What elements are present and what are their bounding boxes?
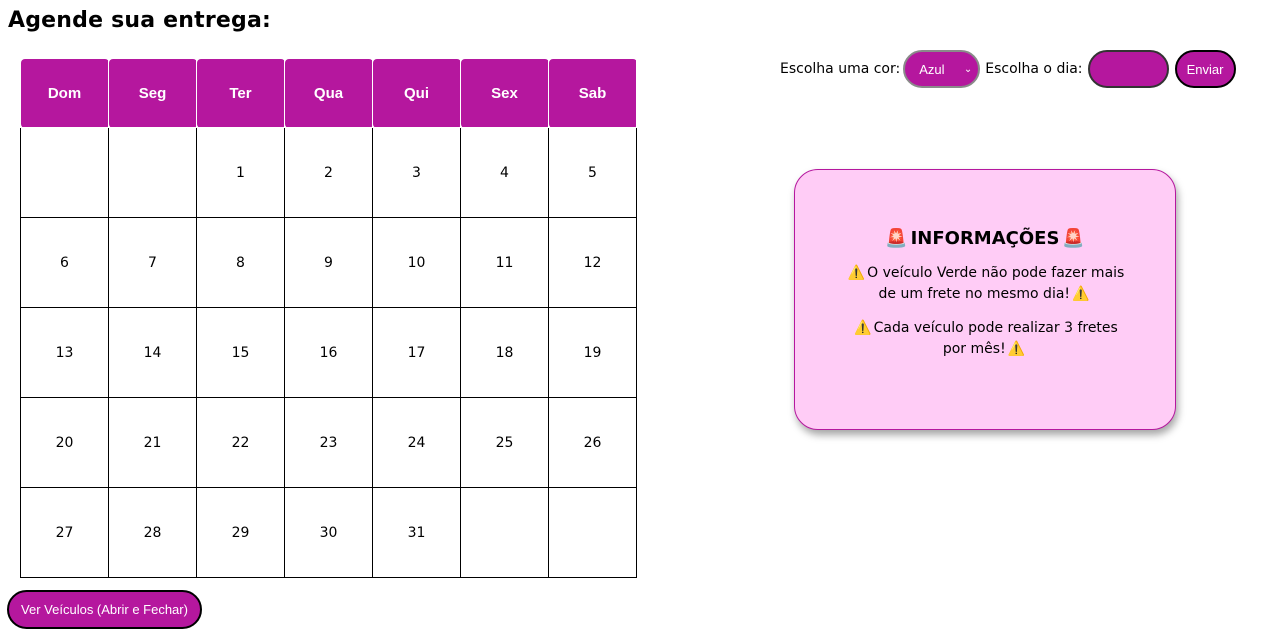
calendar-day-cell <box>460 487 549 578</box>
calendar-day-cell: 11 <box>460 217 549 308</box>
calendar-day-cell: 31 <box>372 487 461 578</box>
weekday-header: Dom <box>20 58 109 128</box>
calendar-week-row: 1 2 3 4 5 <box>20 127 637 218</box>
calendar-day-cell: 14 <box>108 307 197 398</box>
info-rule-2-text: Cada veículo pode realizar 3 fretes por … <box>873 320 1118 357</box>
calendar-day-cell: 23 <box>284 397 373 488</box>
weekday-header: Ter <box>196 58 285 128</box>
calendar-day-cell: 4 <box>460 127 549 218</box>
day-label: Escolha o dia: <box>985 61 1083 77</box>
calendar-day-cell: 16 <box>284 307 373 398</box>
calendar-day-cell: 17 <box>372 307 461 398</box>
weekday-header: Qua <box>284 58 373 128</box>
info-box: 🚨 INFORMAÇÕES 🚨 ⚠️ O veículo Verde não pode… <box>794 169 1176 430</box>
weekday-header: Sex <box>460 58 549 128</box>
day-input[interactable] <box>1087 50 1169 88</box>
calendar-day-cell: 18 <box>460 307 549 398</box>
calendar-day-cell: 30 <box>284 487 373 578</box>
calendar-day-cell: 26 <box>548 397 637 488</box>
warning-icon: ⚠️ <box>854 320 872 336</box>
calendar-day-cell: 12 <box>548 217 637 308</box>
calendar-day-cell: 1 <box>196 127 285 218</box>
calendar-day-cell: 9 <box>284 217 373 308</box>
info-title-text: INFORMAÇÕES <box>910 228 1060 249</box>
info-rule-1: ⚠️ O veículo Verde não pode fazer mais de… <box>843 263 1127 305</box>
toggle-vehicles-button[interactable]: Ver Veículos (Abrir e Fechar) <box>7 590 202 629</box>
calendar-day-cell: 10 <box>372 217 461 308</box>
send-button[interactable]: Enviar <box>1174 50 1236 88</box>
weekday-header: Seg <box>108 58 197 128</box>
calendar-week-row: 6 7 8 9 10 11 12 <box>20 217 637 308</box>
calendar-day-cell: 20 <box>20 397 109 488</box>
calendar-day-cell: 13 <box>20 307 109 398</box>
calendar-day-cell <box>108 127 197 218</box>
calendar-day-cell: 19 <box>548 307 637 398</box>
calendar-day-cell <box>548 487 637 578</box>
info-title: 🚨 INFORMAÇÕES 🚨 <box>843 228 1127 249</box>
calendar-day-cell: 15 <box>196 307 285 398</box>
siren-icon: 🚨 <box>1062 228 1085 249</box>
calendar-day-cell: 2 <box>284 127 373 218</box>
calendar: Dom Seg Ter Qua Qui Sex Sab 1 2 3 4 5 6 … <box>20 58 637 578</box>
warning-icon: ⚠️ <box>847 265 866 281</box>
warning-icon: ⚠️ <box>1072 286 1090 302</box>
calendar-day-cell <box>20 127 109 218</box>
color-select-value: Azul <box>919 61 945 77</box>
calendar-week-row: 27 28 29 30 31 <box>20 487 637 578</box>
calendar-day-cell: 25 <box>460 397 549 488</box>
chevron-down-icon: ⌄ <box>963 63 973 75</box>
calendar-week-row: 20 21 22 23 24 25 26 <box>20 397 637 488</box>
calendar-day-cell: 3 <box>372 127 461 218</box>
page-title: Agende sua entrega: <box>8 8 272 33</box>
calendar-day-cell: 22 <box>196 397 285 488</box>
calendar-day-cell: 7 <box>108 217 197 308</box>
info-rule-2: ⚠️ Cada veículo pode realizar 3 fretes po… <box>843 318 1127 360</box>
weekday-header: Sab <box>548 58 637 128</box>
calendar-day-cell: 29 <box>196 487 285 578</box>
calendar-week-row: 13 14 15 16 17 18 19 <box>20 307 637 398</box>
calendar-day-cell: 28 <box>108 487 197 578</box>
color-label: Escolha uma cor: <box>780 61 901 77</box>
calendar-day-cell: 5 <box>548 127 637 218</box>
siren-icon: 🚨 <box>885 228 908 249</box>
calendar-day-cell: 8 <box>196 217 285 308</box>
calendar-day-cell: 24 <box>372 397 461 488</box>
delivery-form: Escolha uma cor: Azul ⌄ Escolha o dia: E… <box>780 50 1236 88</box>
calendar-day-cell: 21 <box>108 397 197 488</box>
calendar-day-cell: 6 <box>20 217 109 308</box>
weekday-header: Qui <box>372 58 461 128</box>
warning-icon: ⚠️ <box>1007 341 1026 357</box>
calendar-day-cell: 27 <box>20 487 109 578</box>
weekday-header-row: Dom Seg Ter Qua Qui Sex Sab <box>20 58 637 128</box>
color-select[interactable]: Azul ⌄ <box>903 50 981 88</box>
